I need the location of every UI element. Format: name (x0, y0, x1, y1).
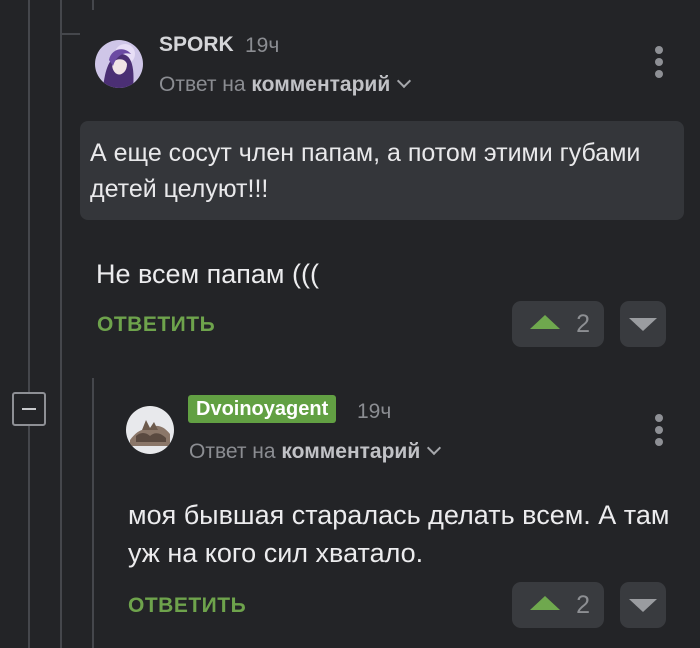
reply-to-link[interactable]: Ответ на комментарий (159, 73, 412, 97)
chevron-down-icon (397, 73, 412, 89)
chevron-down-icon (427, 440, 442, 456)
comment-text: моя бывшая старалась делать всем. А там … (128, 500, 670, 568)
comment-time: 19ч (245, 34, 280, 57)
reply-button[interactable]: ОТВЕТИТЬ (128, 594, 246, 618)
thread-line (28, 426, 30, 648)
avatar[interactable] (126, 406, 174, 454)
downvote-button[interactable] (620, 301, 666, 347)
reply-to-target: комментарий (281, 440, 421, 463)
comment-time: 19ч (357, 400, 392, 423)
kebab-menu-icon[interactable] (654, 46, 664, 82)
vote-count: 2 (576, 591, 590, 619)
vote-count: 2 (576, 310, 590, 338)
upvote-icon (530, 596, 560, 610)
quoted-comment: А еще сосут член папам, а потом этими гу… (80, 121, 684, 220)
thread-line (60, 0, 62, 648)
reply-to-target: комментарий (251, 73, 391, 96)
thread-line (92, 0, 94, 10)
comment-text: Не всем папам ((( (96, 259, 319, 289)
upvote-button[interactable]: 2 (512, 582, 604, 628)
avatar[interactable] (95, 40, 143, 88)
thread-line (28, 0, 30, 392)
thread-line (92, 378, 94, 648)
author-name[interactable]: Dvoinoyagent (188, 395, 337, 423)
reply-to-link[interactable]: Ответ на комментарий (189, 440, 442, 464)
reply-to-prefix: Ответ на (189, 440, 282, 463)
thread-connector (60, 33, 80, 35)
upvote-button[interactable]: 2 (512, 301, 604, 347)
downvote-button[interactable] (620, 582, 666, 628)
reply-button[interactable]: ОТВЕТИТЬ (97, 313, 215, 337)
collapse-icon[interactable] (12, 392, 46, 426)
downvote-icon (629, 599, 657, 612)
kebab-menu-icon[interactable] (654, 414, 664, 450)
author-name[interactable]: SPORK (159, 33, 234, 57)
reply-to-prefix: Ответ на (159, 73, 252, 96)
downvote-icon (629, 318, 657, 331)
upvote-icon (530, 315, 560, 329)
